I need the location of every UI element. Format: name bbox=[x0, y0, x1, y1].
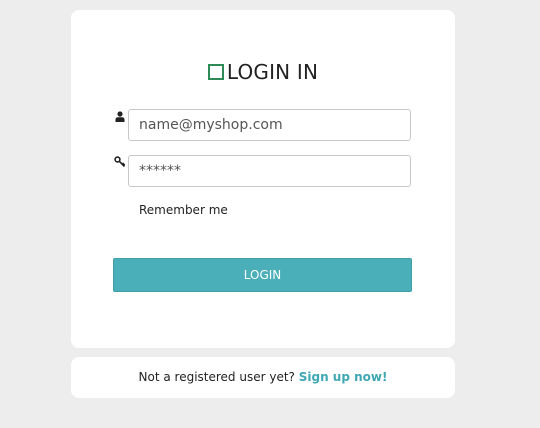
title-text: LOGIN IN bbox=[226, 60, 319, 84]
email-field-row bbox=[113, 109, 413, 141]
password-field-row bbox=[113, 155, 413, 187]
signup-card: Not a registered user yet? Sign up now! bbox=[71, 357, 455, 398]
page-title: LOGIN IN bbox=[71, 60, 455, 84]
login-button[interactable]: LOGIN bbox=[113, 258, 412, 292]
key-icon bbox=[113, 155, 127, 169]
signup-prompt: Not a registered user yet? bbox=[138, 370, 295, 384]
password-field[interactable] bbox=[128, 155, 411, 187]
login-card: LOGIN IN Remember me LOGIN bbox=[71, 10, 455, 348]
user-icon bbox=[113, 109, 127, 123]
square-logo-icon bbox=[207, 64, 224, 80]
email-field[interactable] bbox=[128, 109, 411, 141]
remember-me-label[interactable]: Remember me bbox=[139, 203, 228, 217]
login-page: LOGIN IN Remember me LOGIN No bbox=[0, 0, 540, 428]
signup-link[interactable]: Sign up now! bbox=[299, 370, 388, 384]
